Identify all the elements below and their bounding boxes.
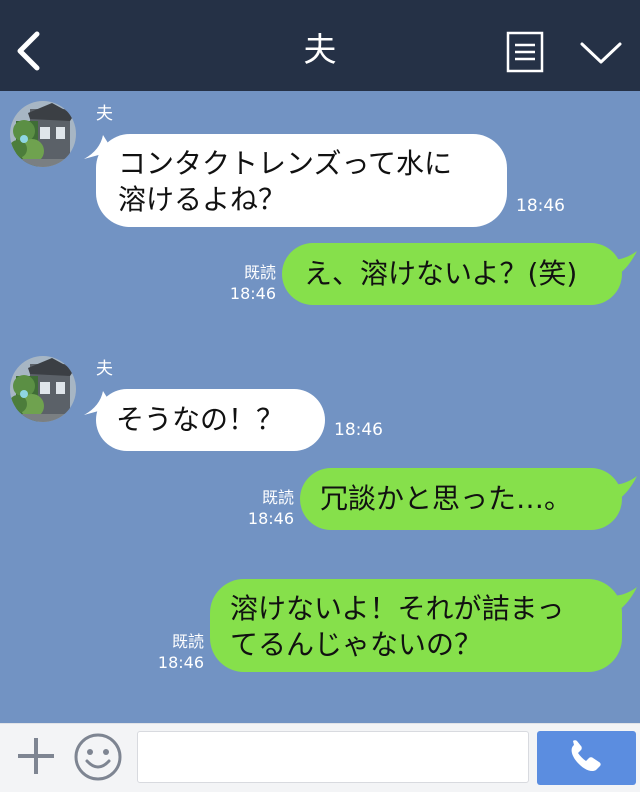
message-meta: 既読 18:46 [218,262,276,304]
chat-header: 夫 [0,0,640,91]
incoming-message-bubble[interactable]: そうなの！？ [96,389,325,451]
plus-icon [18,738,54,774]
message-line: え、溶けないよ？(笑) [304,257,578,290]
message-input-bar [0,723,640,792]
emoji-button[interactable] [73,732,123,782]
chat-title: 夫 [303,30,337,69]
read-receipt: 既読 [171,632,204,651]
bubble-tail [606,587,637,611]
sender-name: 夫 [96,104,113,124]
call-button[interactable] [537,731,636,785]
bubble-tail [606,251,637,275]
message-time: 18:46 [229,284,276,303]
avatar[interactable] [10,356,76,422]
message-line: てるんじゃないの？ [230,628,483,661]
outgoing-message-bubble[interactable]: え、溶けないよ？(笑) [282,243,622,305]
chat-area[interactable]: 夫 コンタクトレンズって水に 溶けるよね？ 18:46 既読 18:46 え、溶… [0,91,640,723]
message-line: 冗談かと思った…。 [320,482,573,515]
menu-button[interactable] [506,31,544,73]
message-time: 18:46 [247,509,294,528]
message-time: 18:46 [157,653,204,672]
message-meta: 既読 18:46 [236,487,294,529]
message-line: コンタクトレンズって水に [118,147,453,180]
avatar[interactable] [10,101,76,167]
read-receipt: 既読 [243,263,276,282]
message-line: 溶けるよね？ [118,183,287,216]
message-line: そうなの！？ [116,403,285,436]
chevron-down-icon [580,42,622,64]
sender-name: 夫 [96,359,113,379]
outgoing-message-bubble[interactable]: 冗談かと思った…。 [300,468,622,530]
phone-icon [571,740,601,772]
message-time: 18:46 [334,420,383,440]
add-attachment-button[interactable] [14,734,58,778]
outgoing-message-bubble[interactable]: 溶けないよ！それが詰まっ てるんじゃないの？ [210,579,622,672]
collapse-button[interactable] [578,34,624,68]
incoming-message-bubble[interactable]: コンタクトレンズって水に 溶けるよね？ [96,134,507,227]
message-input[interactable] [137,731,529,783]
read-receipt: 既読 [261,488,294,507]
message-line: 溶けないよ！それが詰まっ [230,592,565,625]
bubble-tail [606,476,637,500]
message-time: 18:46 [516,196,565,216]
message-meta: 既読 18:46 [146,631,204,673]
list-icon [506,31,544,73]
smiley-icon [74,733,122,781]
